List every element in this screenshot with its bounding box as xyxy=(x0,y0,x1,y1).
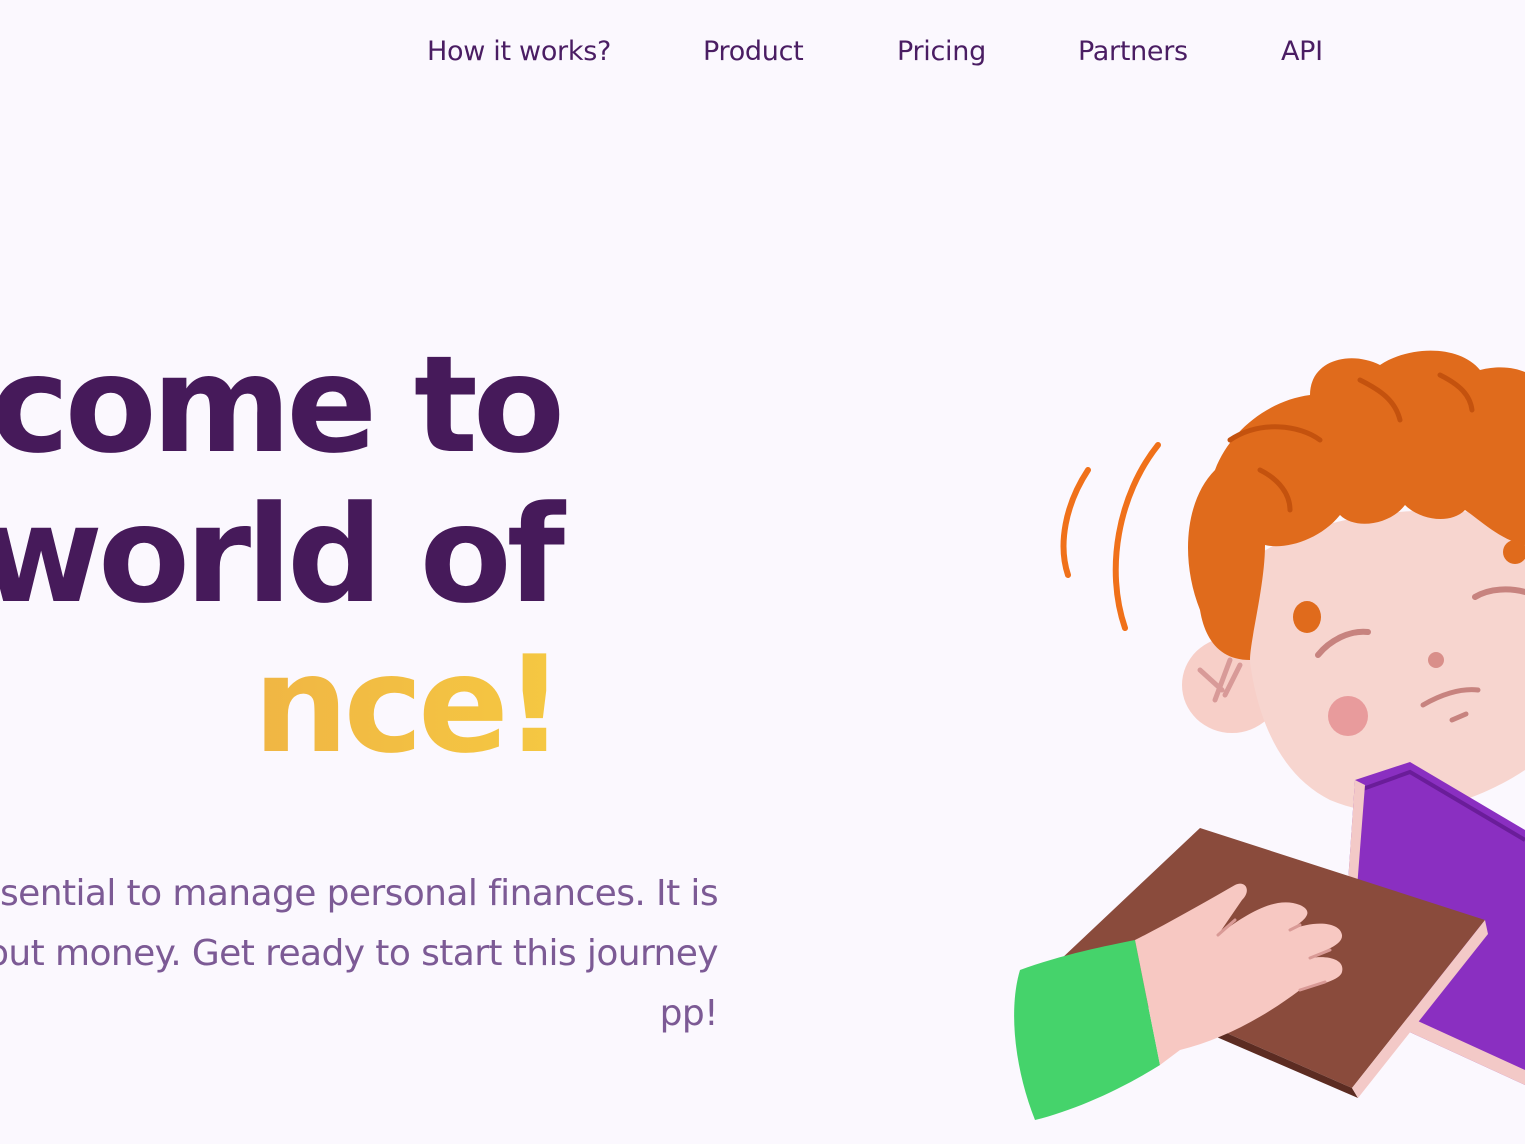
green-sleeve xyxy=(1014,940,1160,1120)
nav-link-api[interactable]: API xyxy=(1281,36,1323,67)
hero-title-accent: nce! xyxy=(0,630,565,780)
hero-title: come to world of nce! xyxy=(0,327,565,780)
nav-link-product[interactable]: Product xyxy=(703,36,804,67)
hero-subtitle: essential to manage personal finances. I… xyxy=(0,864,719,1044)
sound-wave-icon xyxy=(1060,467,1091,578)
hero-subtitle-line-3: pp! xyxy=(659,993,719,1034)
landing-page: How it works? Product Pricing Partners A… xyxy=(0,0,1525,1144)
nav-link-pricing[interactable]: Pricing xyxy=(897,36,986,67)
nav-link-how-it-works[interactable]: How it works? xyxy=(427,36,611,67)
hero-subtitle-line-2: bout money. Get ready to start this jour… xyxy=(0,933,719,974)
nav-link-partners[interactable]: Partners xyxy=(1078,36,1188,67)
boy-holding-books-illustration xyxy=(1014,350,1525,1120)
hero-title-line-2: world of xyxy=(0,477,565,633)
hero-subtitle-line-1: essential to manage personal finances. I… xyxy=(0,873,719,914)
hero-title-line-1: come to xyxy=(0,327,565,483)
face-shape xyxy=(1246,510,1525,813)
top-navigation: How it works? Product Pricing Partners A… xyxy=(0,36,1525,80)
cheek-blush xyxy=(1328,696,1368,736)
sound-wave-icon xyxy=(1112,442,1161,631)
